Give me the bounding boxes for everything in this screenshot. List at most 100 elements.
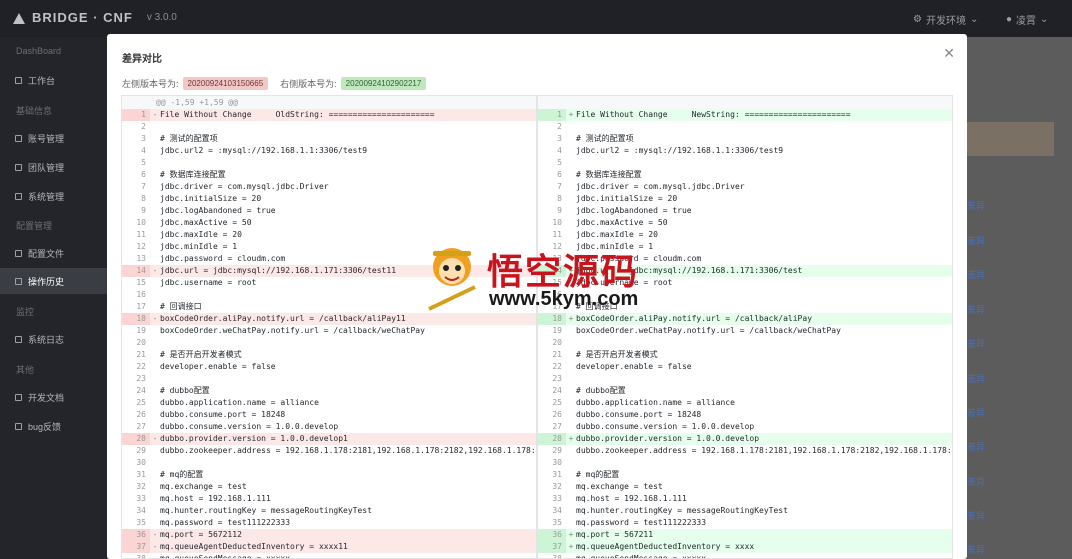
diff-pane-right: 1 + File Without Change NewString: =======… bbox=[537, 95, 953, 559]
avatar-icon: ● bbox=[1006, 14, 1013, 25]
diff-line-removed: 36- mq.port = 5672112 bbox=[122, 529, 536, 541]
line-marker bbox=[566, 229, 576, 241]
diff-link[interactable]: 差异 bbox=[967, 406, 985, 419]
chevron-down-icon: ⌄ bbox=[969, 14, 979, 25]
close-icon[interactable]: ✕ bbox=[943, 45, 955, 62]
diff-link[interactable]: 差异 bbox=[967, 199, 985, 212]
sidebar-item-logs[interactable]: 系统日志 bbox=[0, 326, 107, 352]
line-marker bbox=[150, 373, 160, 385]
diff-link[interactable]: 差异 bbox=[967, 303, 985, 316]
code-text: jdbc.initialSize = 20 bbox=[576, 194, 678, 203]
diff-link[interactable]: 差异 bbox=[967, 543, 985, 556]
diff-line: 2 bbox=[538, 121, 952, 133]
app-logo[interactable]: BRIDGE · CNF v 3.0.0 bbox=[12, 10, 177, 25]
line-number: 10 bbox=[136, 218, 146, 227]
line-number: 2 bbox=[141, 122, 146, 131]
line-marker bbox=[150, 181, 160, 193]
diff-link[interactable]: 差异 bbox=[967, 475, 985, 488]
sidebar-item-system[interactable]: 系统管理 bbox=[0, 183, 107, 209]
plus-icon: + bbox=[568, 434, 574, 443]
diff-line-added: 1 + File Without Change NewString: =======… bbox=[538, 109, 952, 121]
diff-line: 6 # 数据库连接配置 bbox=[122, 169, 536, 181]
diff-line: 9 jdbc.logAbandoned = true bbox=[538, 205, 952, 217]
app-name: BRIDGE · CNF bbox=[32, 10, 133, 25]
diff-link[interactable]: 差异 bbox=[967, 509, 985, 522]
line-number: 23 bbox=[552, 374, 562, 383]
line-number: 11 bbox=[136, 230, 146, 239]
code-text: File Without Change OldString: =========… bbox=[160, 110, 435, 119]
line-marker bbox=[566, 145, 576, 157]
diff-line: 4 jdbc.url2 = :mysql://192.168.1.1:3306/t… bbox=[538, 145, 952, 157]
sidebar-item-history[interactable]: 操作历史 bbox=[0, 268, 107, 294]
line-marker bbox=[566, 325, 576, 337]
sidebar-item-label: 系统管理 bbox=[28, 191, 65, 202]
code-text: boxCodeOrder.weChatPay.notify.url = /cal… bbox=[160, 326, 425, 335]
line-marker bbox=[566, 157, 576, 169]
sidebar-item-config-files[interactable]: 配置文件 bbox=[0, 240, 107, 266]
line-number: 2 bbox=[557, 122, 562, 131]
line-number: 12 bbox=[136, 242, 146, 251]
code-text: jdbc.driver = com.mysql.jdbc.Driver bbox=[160, 182, 329, 191]
sidebar-item-accounts[interactable]: 账号管理 bbox=[0, 125, 107, 151]
env-switcher[interactable]: ⚙ 开发环境 ⌄ bbox=[913, 12, 978, 27]
diff-link[interactable]: 差异 bbox=[967, 372, 985, 385]
sidebar-item-workbench[interactable]: 工作台 bbox=[0, 67, 107, 93]
line-marker bbox=[566, 181, 576, 193]
code-text: boxCodeOrder.weChatPay.notify.url = /cal… bbox=[576, 326, 841, 335]
line-marker bbox=[150, 277, 160, 289]
line-marker bbox=[566, 385, 576, 397]
line-marker bbox=[150, 361, 160, 373]
diff-line: 38 mq.queueSendMessage = xxxxx bbox=[538, 553, 952, 558]
diff-line: 35 mq.password = test111222333 bbox=[122, 517, 536, 529]
line-number: 11 bbox=[552, 230, 562, 239]
line-marker bbox=[150, 217, 160, 229]
code-text: # dubbo配置 bbox=[160, 386, 210, 395]
diff-line: 21 # 是否开启开发者模式 bbox=[122, 349, 536, 361]
sidebar-item-bug[interactable]: bug反馈 bbox=[0, 413, 107, 439]
line-number: 33 bbox=[136, 494, 146, 503]
sidebar-item-label: 团队管理 bbox=[28, 162, 65, 173]
line-number: 4 bbox=[557, 146, 562, 155]
env-label: 开发环境 bbox=[925, 16, 966, 27]
diff-line: 7 jdbc.driver = com.mysql.jdbc.Driver bbox=[122, 181, 536, 193]
diff-link[interactable]: 差异 bbox=[967, 234, 985, 247]
line-marker bbox=[566, 493, 576, 505]
diff-line: 5 bbox=[122, 157, 536, 169]
line-number: 19 bbox=[552, 326, 562, 335]
diff-line: 26 dubbo.consume.port = 18248 bbox=[122, 409, 536, 421]
code-text: dubbo.consume.version = 1.0.0.develop bbox=[576, 422, 755, 431]
sidebar-item-docs[interactable]: 开发文档 bbox=[0, 384, 107, 410]
diff-line: 7 jdbc.driver = com.mysql.jdbc.Driver bbox=[538, 181, 952, 193]
code-text: # 测试的配置项 bbox=[160, 134, 218, 143]
code-text: mq.password = test111222333 bbox=[160, 518, 291, 527]
code-text: mq.exchange = test bbox=[576, 482, 663, 491]
line-marker bbox=[566, 409, 576, 421]
sidebar-item-teams[interactable]: 团队管理 bbox=[0, 154, 107, 180]
sidebar-item-label: 开发文档 bbox=[28, 392, 65, 403]
diff-line: 9 jdbc.logAbandoned = true bbox=[122, 205, 536, 217]
diff-link[interactable]: 差异 bbox=[967, 268, 985, 281]
user-menu[interactable]: ● 凌霄 ⌄ bbox=[1006, 12, 1048, 27]
diff-line: 19 boxCodeOrder.weChatPay.notify.url = /c… bbox=[538, 325, 952, 337]
line-number: 23 bbox=[136, 374, 146, 383]
line-marker bbox=[566, 505, 576, 517]
diff-line: 2 bbox=[122, 121, 536, 133]
code-text: # 是否开启开发者模式 bbox=[160, 350, 242, 359]
line-marker bbox=[566, 193, 576, 205]
diff-line: 27 dubbo.consume.version = 1.0.0.develop bbox=[538, 421, 952, 433]
line-marker bbox=[150, 133, 160, 145]
sidebar-group-other: 其他 bbox=[16, 365, 35, 375]
line-number: 24 bbox=[552, 386, 562, 395]
code-text: jdbc.maxIdle = 20 bbox=[576, 230, 658, 239]
line-marker bbox=[566, 469, 576, 481]
version-info: 左侧版本号为: 20200924103150665 右侧版本号为: 202009… bbox=[122, 77, 427, 90]
line-number: 25 bbox=[552, 398, 562, 407]
code-text: developer.enable = false bbox=[160, 362, 276, 371]
diff-link[interactable]: 差异 bbox=[967, 440, 985, 453]
diff-line: 33 mq.host = 192.168.1.111 bbox=[538, 493, 952, 505]
sidebar-item-label: 系统日志 bbox=[28, 334, 65, 345]
code-text: jdbc.maxActive = 50 bbox=[576, 218, 668, 227]
line-number: 6 bbox=[557, 170, 562, 179]
diff-link[interactable]: 差异 bbox=[967, 337, 985, 350]
diff-line: 24 # dubbo配置 bbox=[122, 385, 536, 397]
